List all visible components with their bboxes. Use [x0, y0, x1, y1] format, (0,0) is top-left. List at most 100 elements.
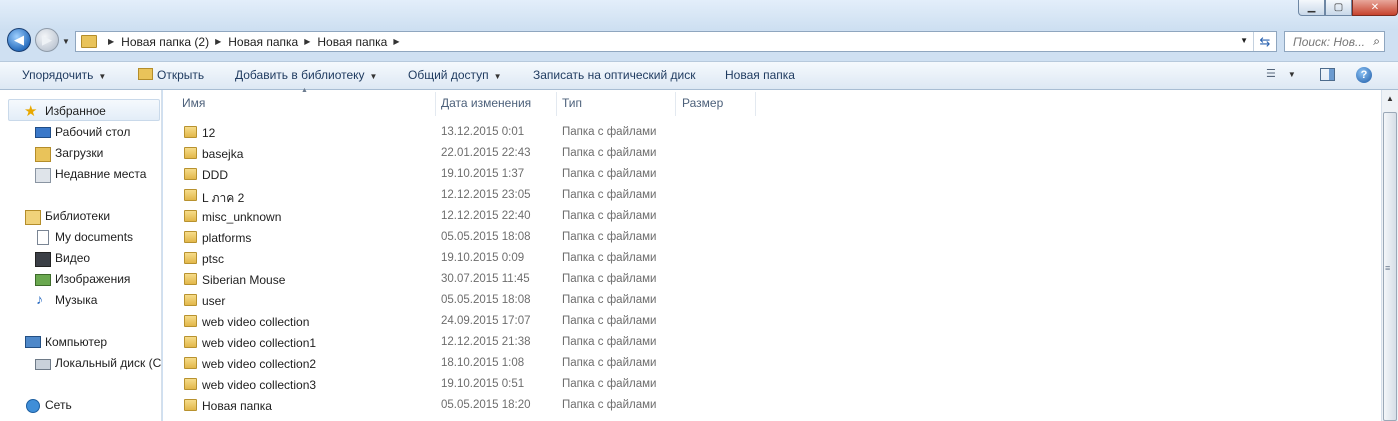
sidebar-item-desktop[interactable]: Рабочий стол [35, 125, 130, 139]
column-header-type[interactable]: Тип [562, 96, 582, 110]
preview-pane-button[interactable] [1320, 68, 1335, 81]
maximize-button[interactable]: ▢ [1325, 0, 1352, 16]
file-type: Папка с файлами [562, 147, 657, 159]
address-history-dropdown[interactable]: ▼ [1240, 36, 1248, 45]
sidebar-item-recent-places[interactable]: Недавние места [35, 167, 146, 183]
chevron-right-icon[interactable]: ▶ [393, 37, 399, 46]
file-row[interactable]: ptsc 19.10.2015 0:09 Папка с файлами [163, 248, 1381, 269]
video-icon [35, 252, 51, 267]
file-row[interactable]: misc_unknown 12.12.2015 22:40 Папка с файл… [163, 206, 1381, 227]
file-row[interactable]: basejka 22.01.2015 22:43 Папка с файлами [163, 143, 1381, 164]
file-row[interactable]: platforms 05.05.2015 18:08 Папка с файлами [163, 227, 1381, 248]
search-icon[interactable]: ⌕ [1373, 34, 1380, 49]
sidebar-item-label: Локальный диск (С [55, 356, 162, 370]
file-type: Папка с файлами [562, 126, 657, 138]
sidebar-item-my-documents[interactable]: My documents [35, 230, 134, 245]
column-header-size[interactable]: Размер [682, 96, 723, 110]
change-view-button[interactable]: ☰ ▼ [1266, 67, 1296, 80]
share-button[interactable]: Общий доступ ▼ [408, 68, 502, 82]
folder-icon [184, 210, 197, 222]
sidebar-item-label: Загрузки [55, 146, 104, 160]
file-name: misc_unknown [202, 210, 282, 224]
column-divider[interactable] [435, 92, 436, 116]
file-name: web video collection2 [202, 357, 317, 371]
file-row[interactable]: user 05.05.2015 18:08 Папка с файлами [163, 290, 1381, 311]
breadcrumb-item[interactable]: Новая папка [317, 35, 387, 49]
new-folder-button[interactable]: Новая папка [725, 68, 795, 82]
column-header-name[interactable]: Имя [182, 96, 205, 110]
column-divider[interactable] [556, 92, 557, 116]
file-row[interactable]: web video collection3 19.10.2015 0:51 Папк… [163, 374, 1381, 395]
sidebar-item-downloads[interactable]: Загрузки [35, 146, 104, 162]
folder-icon [184, 231, 197, 243]
sidebar-item-pictures[interactable]: Изображения [35, 272, 130, 286]
file-type: Папка с файлами [562, 336, 657, 348]
chevron-right-icon[interactable]: ▶ [108, 37, 114, 46]
file-date-modified: 05.05.2015 18:08 [441, 294, 531, 306]
file-row[interactable]: Новая папка 05.05.2015 18:20 Папка с файла… [163, 395, 1381, 416]
file-name: DDD [202, 168, 228, 182]
address-bar[interactable]: ▶ Новая папка (2) ▶ Новая папка ▶ Новая … [75, 31, 1277, 52]
file-row[interactable]: 12 13.12.2015 0:01 Папка с файлами [163, 122, 1381, 143]
view-list-icon: ☰ [1266, 68, 1276, 80]
sidebar-item-local-disk[interactable]: Локальный диск (С [35, 356, 161, 370]
column-header-date[interactable]: Дата изменения [441, 96, 531, 110]
chevron-right-icon[interactable]: ▶ [215, 37, 221, 46]
sidebar-item-label: My documents [55, 230, 134, 244]
sidebar-item-network[interactable]: Сеть [25, 398, 72, 413]
sidebar-item-video[interactable]: Видео [35, 251, 90, 267]
downloads-icon [35, 147, 51, 162]
close-button[interactable]: ✕ [1352, 0, 1398, 16]
recent-pages-dropdown[interactable]: ▼ [62, 37, 70, 46]
navigation-bar: ◀ ▶ ▼ ▶ Новая папка (2) ▶ Новая папка ▶ … [0, 28, 1398, 56]
sidebar-item-libraries[interactable]: Библиотеки [25, 209, 110, 225]
chevron-right-icon[interactable]: ▶ [304, 37, 310, 46]
file-type: Папка с файлами [562, 273, 657, 285]
window-controls: ▁ ▢ ✕ [1298, 0, 1398, 17]
back-button[interactable]: ◀ [7, 28, 31, 52]
help-button[interactable]: ? [1356, 67, 1372, 83]
column-divider[interactable] [755, 92, 756, 116]
sidebar-item-music[interactable]: ♪ Музыка [35, 291, 98, 307]
file-name: Новая папка [202, 399, 272, 413]
scroll-up-icon[interactable]: ▲ [1386, 94, 1394, 103]
minimize-button[interactable]: ▁ [1298, 0, 1325, 16]
sidebar-item-favorites[interactable]: ★ Избранное [24, 103, 106, 120]
file-date-modified: 12.12.2015 22:40 [441, 210, 531, 222]
file-row[interactable]: DDD 19.10.2015 1:37 Папка с файлами [163, 164, 1381, 185]
open-button[interactable]: Открыть [138, 68, 204, 82]
share-label: Общий доступ [408, 68, 489, 82]
organize-label: Упорядочить [22, 68, 94, 82]
file-row[interactable]: web video collection 24.09.2015 17:07 Папк… [163, 311, 1381, 332]
star-icon: ★ [24, 103, 38, 120]
file-name: web video collection [202, 315, 310, 329]
breadcrumb-item[interactable]: Новая папка (2) [121, 35, 209, 49]
vertical-scrollbar[interactable]: ▲ ≡ [1381, 90, 1398, 421]
pictures-icon [35, 274, 51, 286]
network-icon [26, 399, 40, 413]
file-row[interactable]: web video collection1 12.12.2015 21:38 Пап… [163, 332, 1381, 353]
burn-button[interactable]: Записать на оптический диск [533, 68, 696, 82]
forward-button[interactable]: ▶ [35, 28, 59, 52]
preview-pane-icon [1329, 69, 1334, 80]
file-row[interactable]: Siberian Mouse 30.07.2015 11:45 Папка с фа… [163, 269, 1381, 290]
breadcrumb-item[interactable]: Новая папка [228, 35, 298, 49]
sidebar-item-label: Музыка [55, 293, 98, 307]
file-type: Папка с файлами [562, 231, 657, 243]
folder-icon [184, 357, 197, 369]
sidebar-item-label: Рабочий стол [55, 125, 131, 139]
file-row[interactable]: web video collection2 18.10.2015 1:08 Папк… [163, 353, 1381, 374]
search-input[interactable]: Поиск: Нов... ⌕ [1284, 31, 1385, 52]
file-date-modified: 22.01.2015 22:43 [441, 147, 531, 159]
sidebar-item-computer[interactable]: Компьютер [25, 335, 107, 349]
file-date-modified: 12.12.2015 21:38 [441, 336, 531, 348]
organize-button[interactable]: Упорядочить ▼ [22, 68, 106, 82]
libraries-icon [25, 210, 41, 225]
sidebar-item-label: Избранное [45, 104, 106, 118]
add-to-library-button[interactable]: Добавить в библиотеку ▼ [235, 68, 377, 82]
refresh-button[interactable]: ⇆ [1253, 32, 1276, 51]
file-type: Папка с файлами [562, 378, 657, 390]
file-row[interactable]: L ภาค 2 12.12.2015 23:05 Папка с файлами [163, 185, 1381, 206]
column-divider[interactable] [675, 92, 676, 116]
file-date-modified: 19.10.2015 0:51 [441, 378, 525, 390]
